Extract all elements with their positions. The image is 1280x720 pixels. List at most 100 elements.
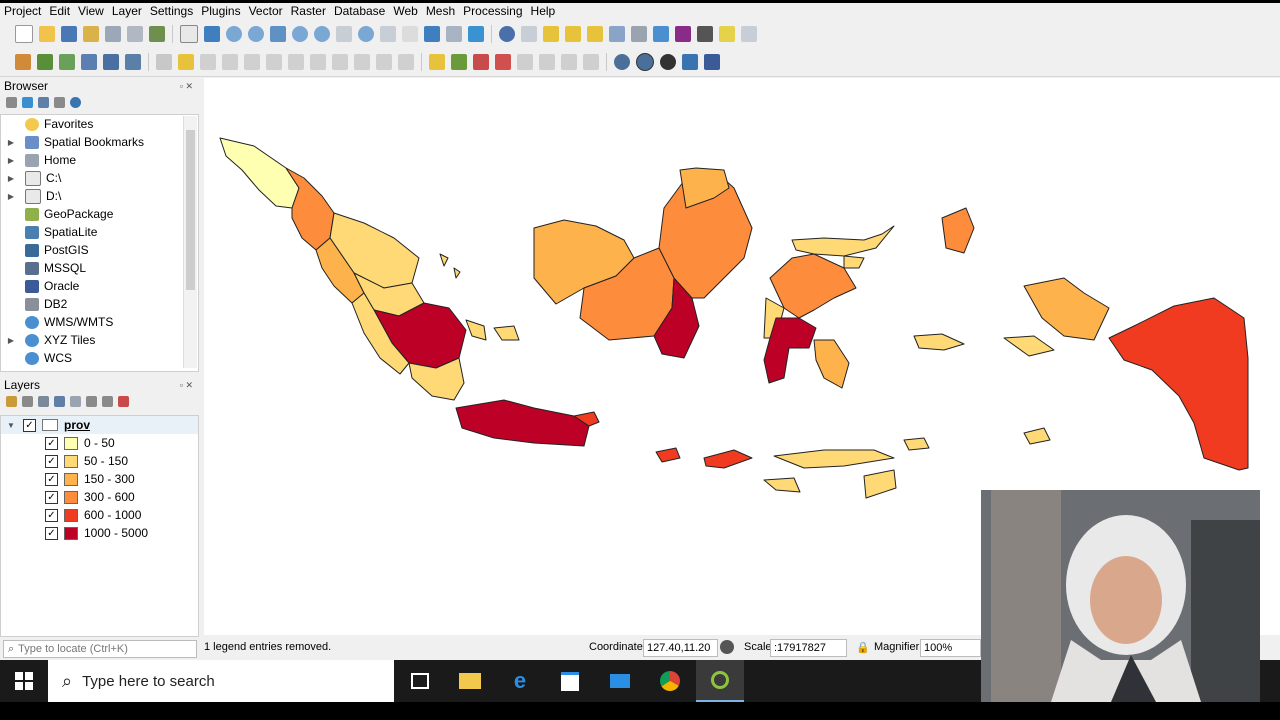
legend-entry[interactable]: ✓ 0 - 50 bbox=[1, 434, 198, 452]
windows-start-icon[interactable] bbox=[0, 660, 48, 702]
help-icon[interactable] bbox=[704, 54, 720, 70]
paste-features-icon[interactable] bbox=[354, 54, 370, 70]
filter-expression-icon[interactable] bbox=[70, 395, 81, 407]
highlight-labels-icon[interactable] bbox=[495, 54, 511, 70]
zoom-next-icon[interactable] bbox=[380, 26, 396, 42]
collapse-all-icon[interactable] bbox=[54, 96, 65, 108]
attribute-table-icon[interactable] bbox=[609, 26, 625, 42]
menu-database[interactable]: Database bbox=[330, 3, 389, 20]
map-tips-icon[interactable] bbox=[719, 26, 735, 42]
legend-entry[interactable]: ✓ 1000 - 5000 bbox=[1, 524, 198, 542]
filter-icon[interactable] bbox=[38, 96, 49, 108]
task-view-icon[interactable] bbox=[396, 660, 444, 702]
legend-checkbox[interactable]: ✓ bbox=[45, 454, 58, 468]
layer-checkbox[interactable]: ✓ bbox=[23, 418, 36, 432]
open-project-icon[interactable] bbox=[39, 26, 55, 42]
zoom-native-icon[interactable] bbox=[336, 26, 352, 42]
style-layer-icon[interactable] bbox=[6, 395, 17, 407]
taskbar-search-box[interactable]: ⌕ Type here to search bbox=[48, 660, 394, 702]
menu-vector[interactable]: Vector bbox=[245, 3, 287, 20]
zoom-layer-icon[interactable] bbox=[314, 26, 330, 42]
add-virtual-layer-icon[interactable] bbox=[125, 54, 141, 70]
undo-icon[interactable] bbox=[376, 54, 392, 70]
zoom-out-icon[interactable] bbox=[248, 26, 264, 42]
magnifier-field[interactable]: 100% bbox=[920, 639, 981, 657]
save-project-icon[interactable] bbox=[61, 26, 77, 42]
modify-attributes-icon[interactable] bbox=[266, 54, 282, 70]
new-geopackage-layer-icon[interactable] bbox=[37, 54, 53, 70]
show-hide-labels-icon[interactable] bbox=[583, 54, 599, 70]
cut-features-icon[interactable] bbox=[310, 54, 326, 70]
legend-checkbox[interactable]: ✓ bbox=[45, 508, 58, 522]
identify-icon[interactable] bbox=[499, 26, 515, 42]
browser-item-wcs[interactable]: WCS bbox=[1, 349, 198, 367]
text-annotation-icon[interactable] bbox=[741, 26, 757, 42]
expand-arrow-icon[interactable]: ▶ bbox=[5, 174, 17, 183]
legend-checkbox[interactable]: ✓ bbox=[45, 490, 58, 504]
python-console-icon[interactable] bbox=[682, 54, 698, 70]
browser-item-xyz-tiles[interactable]: ▶ XYZ Tiles bbox=[1, 331, 198, 349]
refresh-icon[interactable] bbox=[22, 96, 33, 108]
pan-hand-icon[interactable] bbox=[180, 25, 198, 43]
browser-item-mssql[interactable]: MSSQL bbox=[1, 259, 198, 277]
browser-scrollbar[interactable] bbox=[183, 116, 197, 368]
pan-to-selection-icon[interactable] bbox=[204, 26, 220, 42]
menu-project[interactable]: Project bbox=[0, 3, 45, 20]
expand-arrow-icon[interactable]: ▶ bbox=[5, 192, 17, 201]
expand-arrow-icon[interactable]: ▶ bbox=[5, 336, 17, 345]
edge-browser-icon[interactable]: e bbox=[496, 660, 544, 702]
collapse-all-layers-icon[interactable] bbox=[102, 395, 113, 407]
zoom-layer-tool-icon[interactable] bbox=[614, 54, 630, 70]
change-label-icon[interactable] bbox=[561, 54, 577, 70]
diagram-tool-icon[interactable] bbox=[451, 54, 467, 70]
legend-checkbox[interactable]: ✓ bbox=[45, 472, 58, 486]
manage-themes-icon[interactable] bbox=[38, 395, 49, 407]
layer-name[interactable]: prov bbox=[64, 418, 90, 432]
measure-icon[interactable] bbox=[697, 26, 713, 42]
copy-features-icon[interactable] bbox=[332, 54, 348, 70]
add-raster-layer-icon[interactable] bbox=[81, 54, 97, 70]
coordinate-field[interactable]: 127.40,11.20 bbox=[643, 639, 718, 657]
redo-icon[interactable] bbox=[398, 54, 414, 70]
menu-view[interactable]: View bbox=[74, 3, 108, 20]
locator-search[interactable]: ⌕ Type to locate (Ctrl+K) bbox=[3, 640, 197, 658]
legend-entry[interactable]: ✓ 300 - 600 bbox=[1, 488, 198, 506]
delete-selected-icon[interactable] bbox=[288, 54, 304, 70]
menu-plugins[interactable]: Plugins bbox=[197, 3, 244, 20]
browser-item-postgis[interactable]: PostGIS bbox=[1, 241, 198, 259]
browser-item-home[interactable]: ▶ Home bbox=[1, 151, 198, 169]
action-icon[interactable] bbox=[521, 26, 537, 42]
save-as-icon[interactable] bbox=[83, 26, 99, 42]
label-tool-icon[interactable] bbox=[429, 54, 445, 70]
info-icon[interactable] bbox=[70, 96, 81, 108]
legend-entry[interactable]: ✓ 150 - 300 bbox=[1, 470, 198, 488]
current-edits-icon[interactable] bbox=[156, 54, 172, 70]
select-by-value-icon[interactable] bbox=[565, 26, 581, 42]
browser-item-spatial-bookmarks[interactable]: ▶ Spatial Bookmarks bbox=[1, 133, 198, 151]
legend-checkbox[interactable]: ✓ bbox=[45, 436, 58, 450]
add-wms-layer-icon[interactable] bbox=[103, 54, 119, 70]
menu-help[interactable]: Help bbox=[527, 3, 560, 20]
add-group-icon[interactable] bbox=[22, 395, 33, 407]
expand-all-icon[interactable] bbox=[86, 395, 97, 407]
add-selected-icon[interactable] bbox=[6, 96, 17, 108]
print-layout-icon[interactable] bbox=[105, 26, 121, 42]
data-source-manager-icon[interactable] bbox=[15, 54, 31, 70]
zoom-last-tool-icon[interactable] bbox=[660, 54, 676, 70]
show-bookmarks-icon[interactable] bbox=[446, 26, 462, 42]
add-feature-icon[interactable] bbox=[222, 54, 238, 70]
menu-web[interactable]: Web bbox=[389, 3, 421, 20]
filter-legend-icon[interactable] bbox=[54, 395, 65, 407]
deselect-icon[interactable] bbox=[587, 26, 603, 42]
chrome-icon[interactable] bbox=[646, 660, 694, 702]
browser-item-favorites[interactable]: Favorites bbox=[1, 115, 198, 133]
move-label-icon[interactable] bbox=[517, 54, 533, 70]
zoom-selection-icon[interactable] bbox=[292, 26, 308, 42]
browser-item-oracle[interactable]: Oracle bbox=[1, 277, 198, 295]
lock-icon[interactable]: 🔒 bbox=[856, 641, 870, 654]
file-explorer-icon[interactable] bbox=[446, 660, 494, 702]
expand-arrow-icon[interactable]: ▶ bbox=[5, 156, 17, 165]
field-calculator-icon[interactable] bbox=[631, 26, 647, 42]
browser-item-db2[interactable]: DB2 bbox=[1, 295, 198, 313]
bookmark-icon[interactable] bbox=[424, 26, 440, 42]
